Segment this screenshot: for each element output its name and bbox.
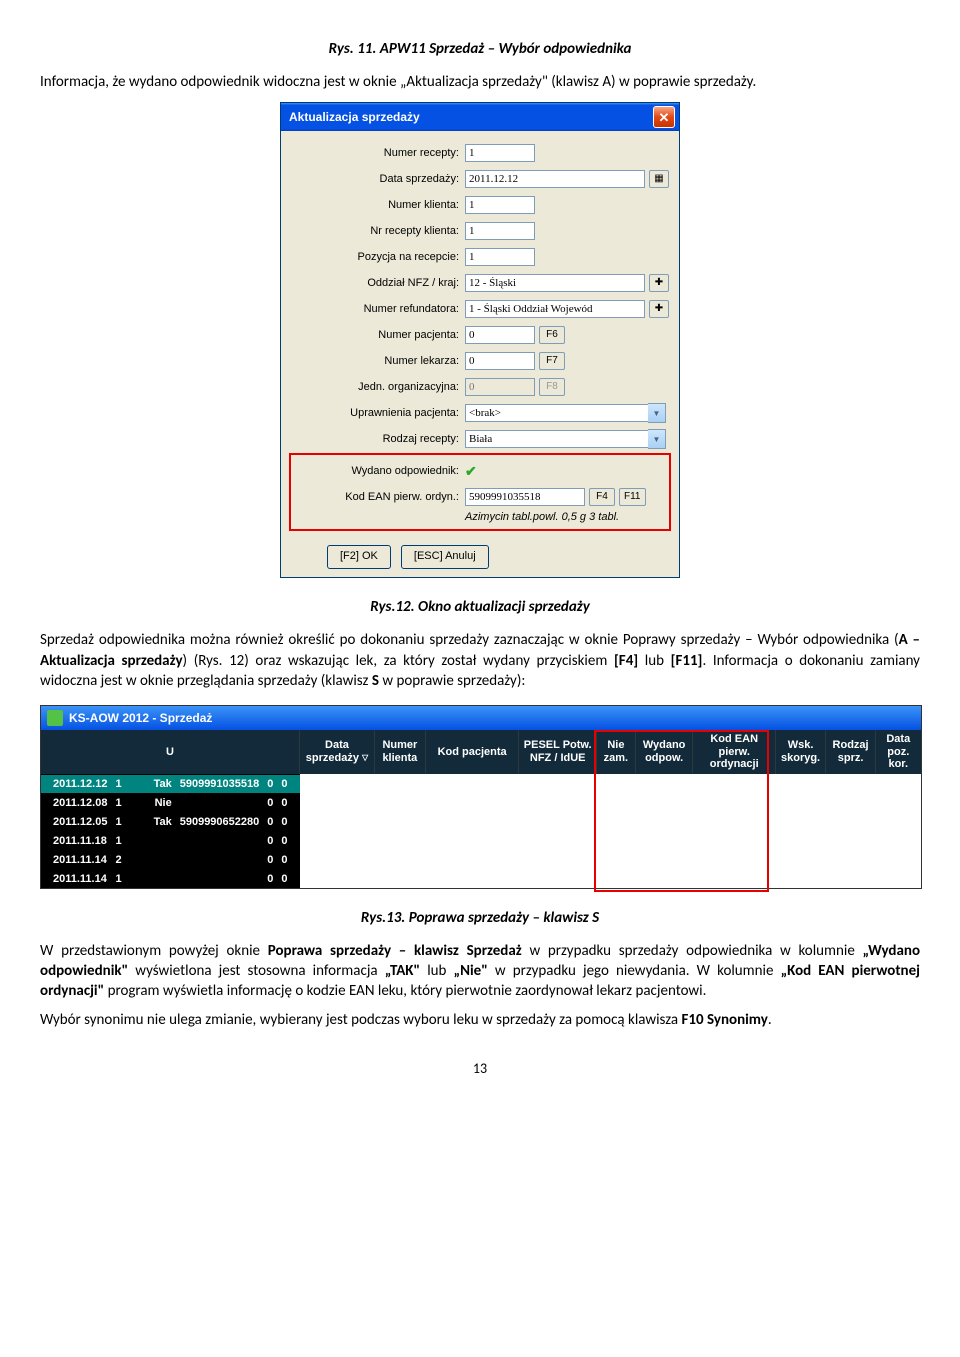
select-uprawnienia[interactable] xyxy=(465,404,648,422)
input-pozycja[interactable] xyxy=(465,248,535,266)
label-rodzaj: Rodzaj recepty: xyxy=(289,433,465,445)
label-pacjent: Numer pacjenta: xyxy=(289,329,465,341)
col-header-numer[interactable]: Numer klienta xyxy=(374,730,425,774)
dialog-title: Aktualizacja sprzedaży xyxy=(289,110,653,124)
col-header-u[interactable]: U xyxy=(41,730,300,774)
label-ean: Kod EAN pierw. ordyn.: xyxy=(295,491,465,503)
input-oddzial[interactable] xyxy=(465,274,645,292)
grid-row[interactable]: 2011.12.05 1 Tak 5909990652280 0 0 xyxy=(41,812,300,831)
expand-icon[interactable]: ✚ xyxy=(649,300,669,318)
col-header-data[interactable]: Data sprzedaży ▽ xyxy=(300,730,375,774)
highlight-columns-box xyxy=(594,730,769,892)
figure-13-caption: Rys.13. Poprawa sprzedaży – klawisz S xyxy=(40,909,920,927)
ean-product-note: Azimycin tabl.powl. 0,5 g 3 tabl. xyxy=(295,511,665,523)
page-number: 13 xyxy=(40,1060,920,1077)
f7-button[interactable]: F7 xyxy=(539,352,565,370)
label-wydano: Wydano odpowiednik: xyxy=(295,465,465,477)
grid-row[interactable]: 2011.11.14 2 0 0 xyxy=(41,850,300,869)
input-ean[interactable] xyxy=(465,488,585,506)
grid-titlebar: KS-AOW 2012 - Sprzedaż xyxy=(41,706,921,730)
input-numer-klienta[interactable] xyxy=(465,196,535,214)
col-header-poz[interactable]: Data poz. kor. xyxy=(876,730,921,774)
grid-row[interactable]: 2011.11.14 1 0 0 xyxy=(41,869,300,888)
col-header-pesel[interactable]: PESEL Potw. NFZ / IdUE xyxy=(519,730,597,774)
f4-button[interactable]: F4 xyxy=(589,488,615,506)
paragraph-3: W przedstawionym powyżej oknie Poprawa s… xyxy=(40,941,920,1002)
col-header-kod[interactable]: Kod pacjenta xyxy=(425,730,519,774)
input-data-sprzedazy[interactable] xyxy=(465,170,645,188)
calendar-icon[interactable]: ▦ xyxy=(649,170,669,188)
chevron-down-icon[interactable]: ▼ xyxy=(648,403,666,423)
figure-11-caption: Rys. 11. APW11 Sprzedaż – Wybór odpowied… xyxy=(40,40,920,58)
chevron-down-icon[interactable]: ▼ xyxy=(648,429,666,449)
app-icon xyxy=(47,710,63,726)
check-icon[interactable]: ✔ xyxy=(465,464,477,478)
input-nr-recepty-klienta[interactable] xyxy=(465,222,535,240)
grid-row[interactable]: 2011.12.08 1 Nie 0 0 xyxy=(41,793,300,812)
grid-title: KS-AOW 2012 - Sprzedaż xyxy=(69,711,212,725)
grid-header-row: U Data sprzedaży ▽ Numer klienta Kod pac… xyxy=(41,730,921,774)
dialog-titlebar: Aktualizacja sprzedaży ✕ xyxy=(281,103,679,131)
f6-button[interactable]: F6 xyxy=(539,326,565,344)
ok-button[interactable]: [F2] OK xyxy=(327,545,391,569)
label-pozycja: Pozycja na recepcie: xyxy=(289,251,465,263)
label-numer-recepty: Numer recepty: xyxy=(289,147,465,159)
f11-button[interactable]: F11 xyxy=(619,488,646,506)
select-rodzaj[interactable] xyxy=(465,430,648,448)
sort-desc-icon: ▽ xyxy=(362,753,368,762)
label-uprawnienia: Uprawnienia pacjenta: xyxy=(289,407,465,419)
label-lekarz: Numer lekarza: xyxy=(289,355,465,367)
label-oddzial: Oddział NFZ / kraj: xyxy=(289,277,465,289)
grid-row-selected[interactable]: 2011.12.12 1 Tak 5909991035518 0 0 xyxy=(41,774,300,793)
highlighted-section: Wydano odpowiednik: ✔ Kod EAN pierw. ord… xyxy=(289,453,671,531)
label-nr-recepty-klienta: Nr recepty klienta: xyxy=(289,225,465,237)
label-jedn: Jedn. organizacyjna: xyxy=(289,381,465,393)
label-data-sprzedazy: Data sprzedaży: xyxy=(289,173,465,185)
input-lekarz[interactable] xyxy=(465,352,535,370)
paragraph-2: Sprzedaż odpowiednika można również okre… xyxy=(40,630,920,691)
input-refundator[interactable] xyxy=(465,300,645,318)
cancel-button[interactable]: [ESC] Anuluj xyxy=(401,545,489,569)
input-pacjent[interactable] xyxy=(465,326,535,344)
sales-grid-window: KS-AOW 2012 - Sprzedaż U Data sprzedaży … xyxy=(40,705,922,889)
input-jedn xyxy=(465,378,535,396)
col-header-rodz[interactable]: Rodzaj sprz. xyxy=(826,730,876,774)
figure-12-caption: Rys.12. Okno aktualizacji sprzedaży xyxy=(40,598,920,616)
col-header-wsk[interactable]: Wsk. skoryg. xyxy=(775,730,825,774)
paragraph-1: Informacja, że wydano odpowiednik widocz… xyxy=(40,72,920,92)
dialog-aktualizacja-sprzedazy: Aktualizacja sprzedaży ✕ Numer recepty: … xyxy=(280,102,680,578)
paragraph-4: Wybór synonimu nie ulega zmianie, wybier… xyxy=(40,1010,920,1030)
f8-button: F8 xyxy=(539,378,565,396)
label-numer-klienta: Numer klienta: xyxy=(289,199,465,211)
label-refundator: Numer refundatora: xyxy=(289,303,465,315)
input-numer-recepty[interactable] xyxy=(465,144,535,162)
expand-icon[interactable]: ✚ xyxy=(649,274,669,292)
close-button[interactable]: ✕ xyxy=(653,106,675,128)
grid-row[interactable]: 2011.11.18 1 0 0 xyxy=(41,831,300,850)
